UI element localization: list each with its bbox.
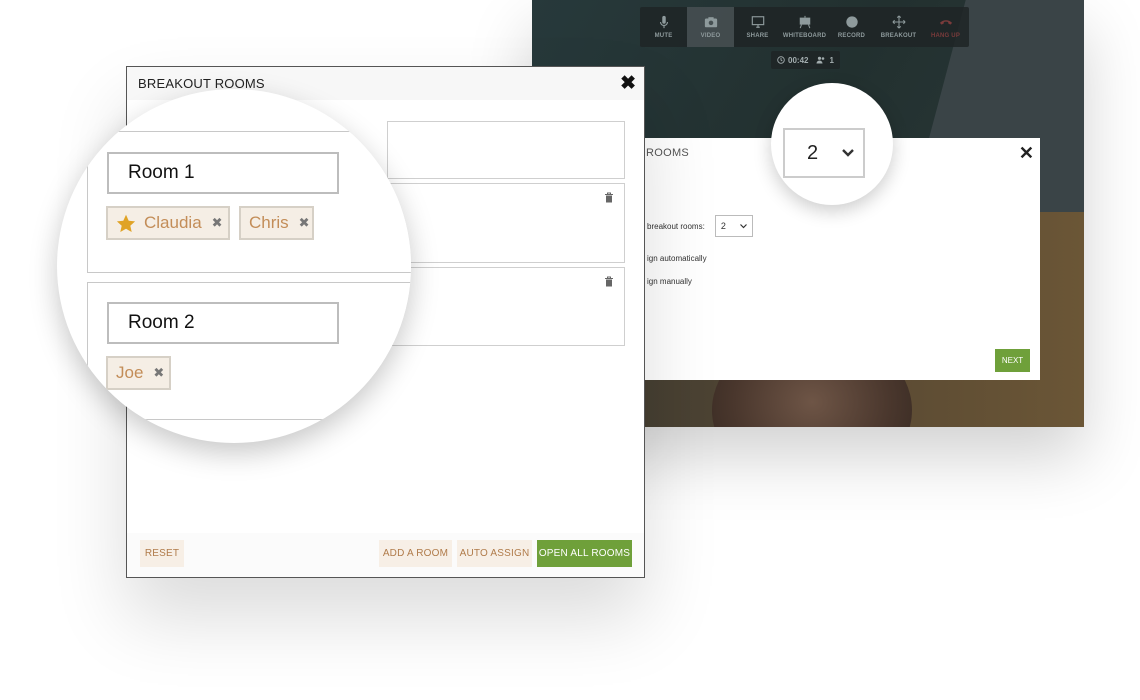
setup-close-icon[interactable]: ✕: [1019, 143, 1034, 164]
record-label: RECORD: [837, 33, 866, 39]
dialog-footer: RESET ADD A ROOM AUTO ASSIGN OPEN ALL RO…: [127, 533, 644, 577]
record-button[interactable]: RECORD: [828, 7, 875, 47]
breakout-label: BREAKOUT: [880, 33, 917, 39]
room-count-value: 2: [720, 221, 726, 231]
participant-chip-claudia[interactable]: Claudia ✖: [106, 206, 230, 240]
room-count-select[interactable]: 2: [714, 215, 753, 237]
assign-automatically-option[interactable]: ign automatically: [647, 254, 707, 263]
call-toolbar: MUTE VIDEO SHARE WHITEBOARD RECORD BREAK…: [640, 7, 969, 47]
whiteboard-label: WHITEBOARD: [782, 33, 827, 39]
participant-name: Joe: [116, 363, 144, 382]
participant-chip-chris[interactable]: Chris ✖: [239, 206, 314, 240]
remove-participant-icon[interactable]: ✖: [212, 215, 223, 231]
setup-title: ROOMS: [646, 147, 690, 159]
participant-name: Chris: [249, 213, 289, 232]
microphone-icon: [659, 15, 668, 29]
chevron-down-icon: [739, 223, 747, 228]
room-2-name-input[interactable]: Room 2: [107, 302, 339, 344]
whiteboard-button[interactable]: WHITEBOARD: [781, 7, 828, 47]
room-count-value-zoomed: 2: [807, 141, 819, 164]
room-count-label: breakout rooms:: [647, 221, 705, 231]
mute-button[interactable]: MUTE: [640, 7, 687, 47]
mute-label: MUTE: [654, 33, 673, 39]
clock-icon: [777, 56, 785, 64]
call-status: 00:42 1: [771, 51, 840, 69]
room-count-row: breakout rooms: 2: [647, 215, 753, 237]
open-all-rooms-button[interactable]: OPEN ALL ROOMS: [537, 540, 632, 567]
room-1-name-input[interactable]: Room 1: [107, 152, 339, 194]
add-room-button[interactable]: ADD A ROOM: [379, 540, 452, 567]
participant-name: Claudia: [144, 213, 202, 232]
breakout-button[interactable]: BREAKOUT: [875, 7, 922, 47]
timer-value: 00:42: [788, 55, 809, 65]
room-card-header-area: [387, 121, 625, 179]
chevron-down-icon: [842, 149, 854, 157]
assign-manually-option[interactable]: ign manually: [647, 277, 692, 286]
rooms-magnifier: Room 1 Claudia ✖ Chris ✖ Room 2 Joe ✖: [57, 89, 411, 443]
share-button[interactable]: SHARE: [734, 7, 781, 47]
room-card-2: [387, 267, 625, 346]
star-icon: [116, 214, 136, 232]
video-button[interactable]: VIDEO: [687, 7, 734, 47]
remove-participant-icon[interactable]: ✖: [153, 365, 164, 381]
trash-icon[interactable]: [604, 276, 614, 287]
share-label: SHARE: [746, 33, 769, 39]
users-icon: [816, 56, 825, 64]
remove-participant-icon[interactable]: ✖: [299, 215, 310, 231]
participant-chip-joe[interactable]: Joe ✖: [106, 356, 171, 390]
participant-count-value: 1: [829, 55, 834, 65]
room-card-1: [387, 183, 625, 263]
room-count-select-zoomed[interactable]: 2: [783, 128, 865, 178]
record-icon: [845, 16, 858, 28]
close-icon[interactable]: ✖: [620, 72, 636, 95]
video-label: VIDEO: [700, 33, 721, 39]
monitor-icon: [751, 16, 764, 28]
move-arrows-icon: [892, 15, 905, 29]
camera-icon: [704, 17, 717, 28]
next-button[interactable]: NEXT: [995, 349, 1030, 372]
phone-hangup-icon: [939, 20, 952, 25]
hang-up-label: HANG UP: [930, 33, 961, 39]
auto-assign-button[interactable]: AUTO ASSIGN: [457, 540, 532, 567]
timer: 00:42: [777, 56, 808, 65]
participant-count: 1: [816, 55, 834, 65]
reset-button[interactable]: RESET: [140, 540, 184, 567]
whiteboard-icon: [799, 15, 810, 29]
hang-up-button[interactable]: HANG UP: [922, 7, 969, 47]
trash-icon[interactable]: [604, 192, 614, 203]
